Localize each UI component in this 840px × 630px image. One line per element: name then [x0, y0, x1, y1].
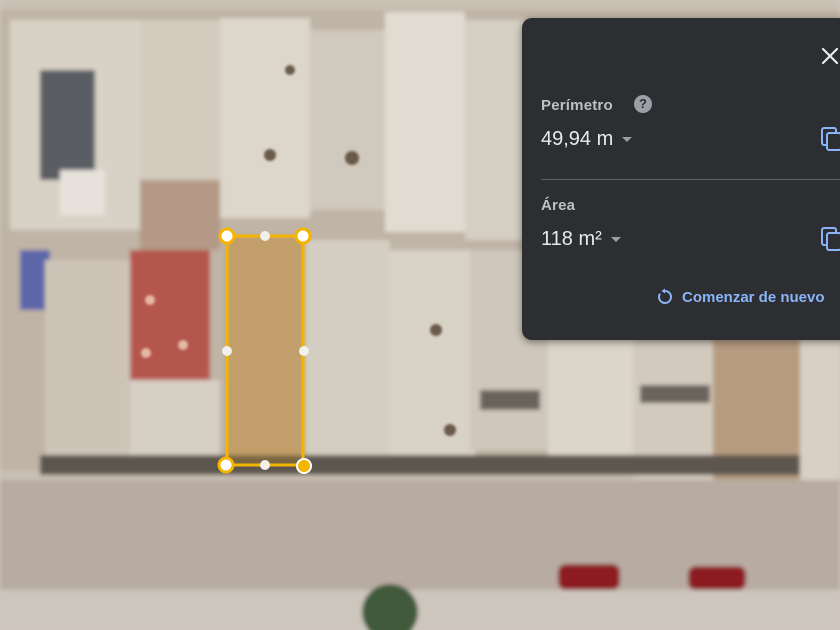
copy-icon[interactable] — [820, 226, 840, 252]
vertex-handle-bottom-left[interactable] — [217, 456, 235, 474]
close-icon[interactable] — [818, 44, 840, 68]
caret-down-icon — [610, 237, 621, 242]
midpoint-handle-top[interactable] — [260, 231, 270, 241]
midpoint-handle-left[interactable] — [222, 346, 232, 356]
restart-button[interactable]: Comenzar de nuevo — [656, 288, 825, 306]
restart-icon — [658, 288, 672, 304]
midpoint-handle-bottom[interactable] — [260, 460, 270, 470]
copy-icon[interactable] — [820, 126, 840, 152]
vertex-handle-top-right[interactable] — [294, 227, 312, 245]
midpoint-handle-right[interactable] — [299, 346, 309, 356]
measure-distance-panel: Perímetro ? 49,94 m Área 118 m² Comenzar… — [522, 18, 840, 340]
area-value: 118 m² — [541, 228, 602, 250]
perimeter-unit-dropdown[interactable]: 49,94 m — [541, 128, 633, 151]
caret-down-icon — [622, 137, 633, 142]
vertex-handle-bottom-right-active[interactable] — [296, 458, 312, 474]
divider — [541, 179, 840, 180]
measurement-polygon[interactable] — [217, 227, 312, 474]
area-label: Área — [541, 197, 576, 214]
perimeter-value: 49,94 m — [541, 128, 614, 150]
area-unit-dropdown[interactable]: 118 m² — [541, 228, 621, 251]
help-icon[interactable]: ? — [634, 95, 652, 113]
vertex-handle-top-left[interactable] — [218, 227, 236, 245]
restart-label: Comenzar de nuevo — [682, 288, 825, 306]
perimeter-label: Perímetro — [541, 97, 613, 114]
